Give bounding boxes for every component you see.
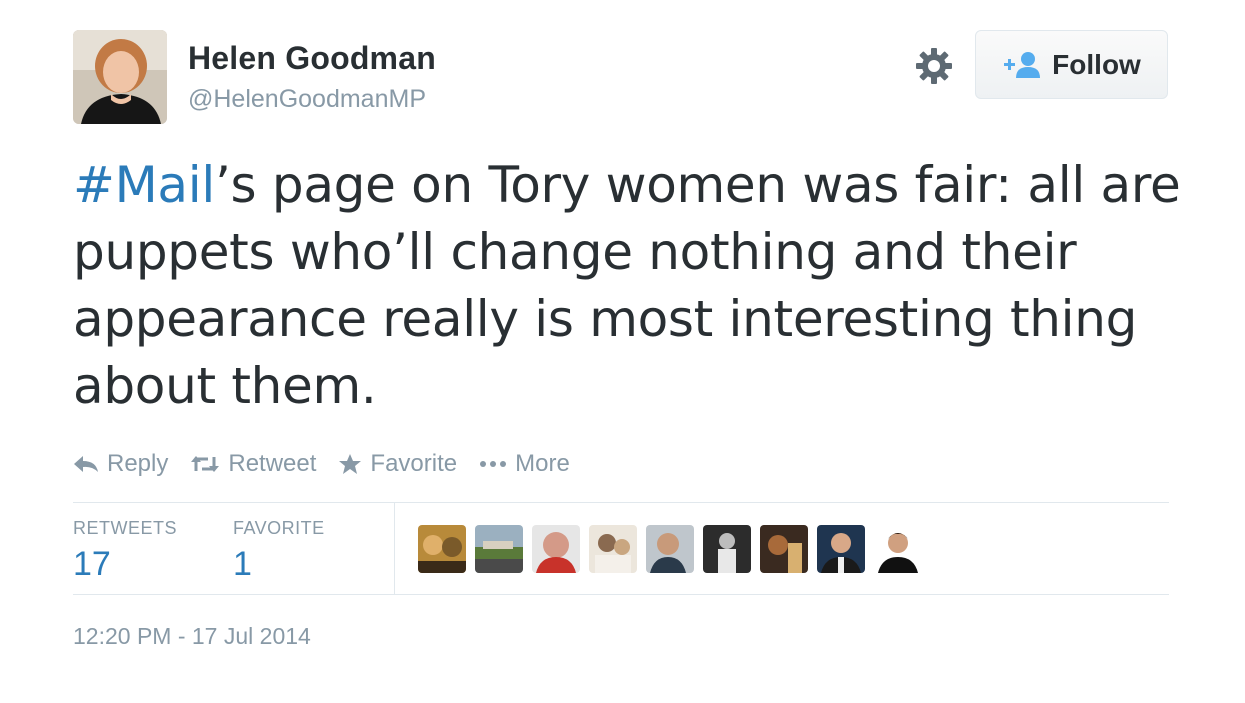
gear-icon[interactable] [912, 44, 956, 88]
retweeter-avatar[interactable] [475, 525, 523, 573]
follow-label: Follow [1052, 48, 1141, 80]
retweeter-avatar[interactable] [874, 525, 922, 573]
tweet-card: Helen Goodman @HelenGoodmanMP Follow #Ma… [0, 0, 1245, 703]
retweet-button[interactable]: Retweet [190, 450, 316, 478]
retweeter-avatar[interactable] [589, 525, 637, 573]
retweeter-avatars [418, 525, 931, 573]
retweeter-avatar[interactable] [760, 525, 808, 573]
favorites-count: 1 [233, 545, 252, 583]
retweet-icon [191, 456, 220, 472]
add-user-icon [1004, 51, 1041, 78]
favorite-label: Favorite [370, 450, 458, 477]
favorites-stat[interactable]: FAVORITE 1 [233, 518, 325, 584]
more-button[interactable]: More [479, 450, 570, 478]
divider-bottom [73, 594, 1169, 595]
retweets-stat[interactable]: RETWEETS 17 [73, 518, 177, 584]
reply-button[interactable]: Reply [73, 450, 168, 478]
retweeter-avatar[interactable] [532, 525, 580, 573]
tweet-timestamp[interactable]: 12:20 PM - 17 Jul 2014 [73, 623, 311, 650]
reply-icon [74, 456, 98, 472]
tweet-body: ’s page on Tory women was fair: all are … [73, 156, 1181, 415]
stats-divider [394, 503, 395, 594]
hashtag-link[interactable]: #Mail [73, 156, 215, 214]
more-label: More [515, 450, 570, 477]
favorite-button[interactable]: Favorite [338, 450, 457, 478]
retweeter-avatar[interactable] [703, 525, 751, 573]
retweets-label: RETWEETS [73, 518, 178, 538]
retweets-count: 17 [73, 545, 111, 583]
avatar[interactable] [73, 30, 167, 124]
follow-button[interactable]: Follow [975, 30, 1168, 99]
divider-top [73, 502, 1169, 503]
retweeter-avatar[interactable] [646, 525, 694, 573]
retweet-label: Retweet [228, 450, 317, 477]
retweeter-avatar[interactable] [817, 525, 865, 573]
reply-label: Reply [107, 450, 169, 477]
favorites-label: FAVORITE [233, 518, 325, 538]
avatar-photo [73, 30, 167, 124]
star-icon [339, 454, 362, 474]
tweet-text: #Mail’s page on Tory women was fair: all… [73, 152, 1193, 420]
tweet-actions: Reply Retweet Favorite More [73, 448, 592, 480]
author-name[interactable]: Helen Goodman [188, 40, 436, 77]
author-handle[interactable]: @HelenGoodmanMP [188, 85, 426, 114]
retweeter-avatar[interactable] [418, 525, 466, 573]
more-icon [480, 461, 507, 467]
